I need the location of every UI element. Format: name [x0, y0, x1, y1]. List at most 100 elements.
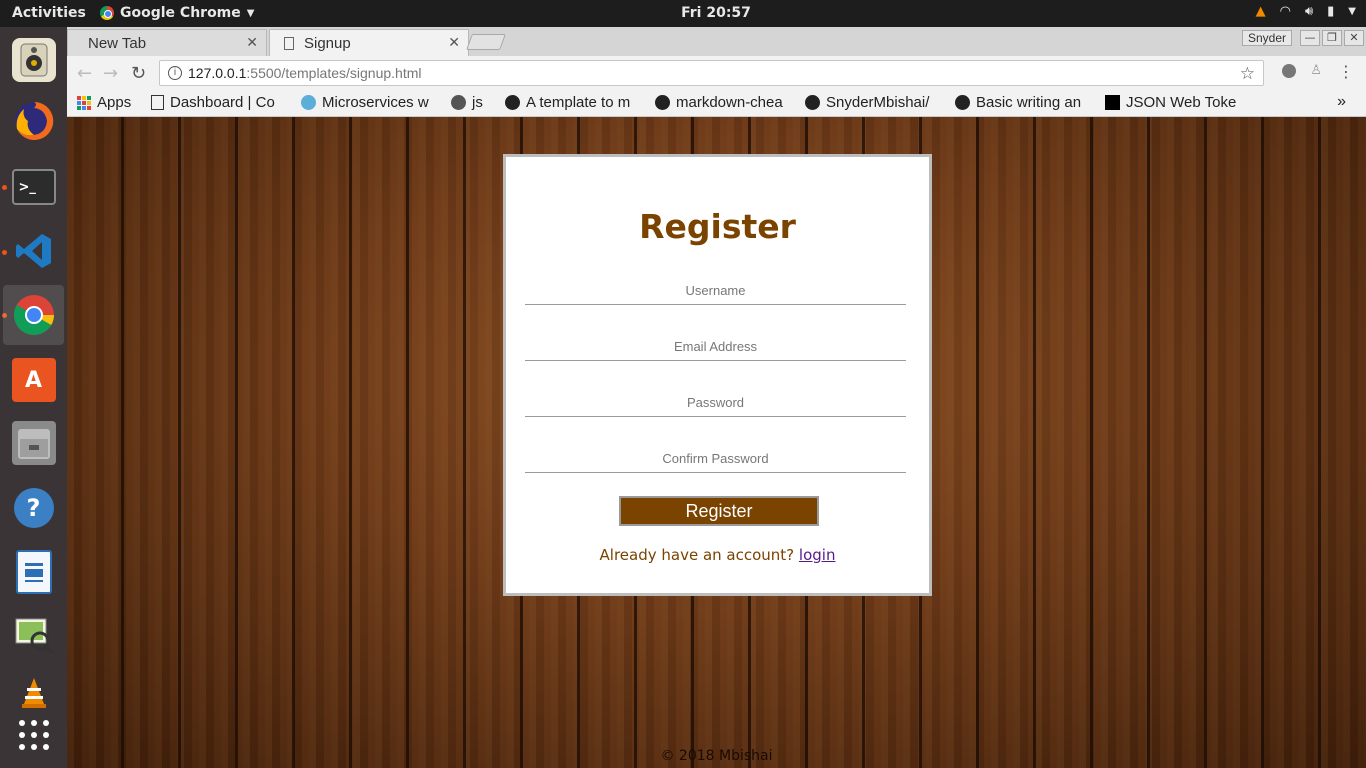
menu-kebab-icon[interactable]: ⋮ — [1338, 62, 1354, 81]
volume-icon[interactable]: 🔊︎ — [1305, 4, 1313, 19]
bookmarks-overflow-button[interactable]: » — [1337, 93, 1346, 111]
github-icon — [955, 95, 970, 110]
app-grid-icon — [12, 713, 56, 757]
tab-signup[interactable]: Signup ✕ — [269, 29, 469, 56]
bookmark-label: js — [472, 94, 483, 111]
login-prompt-text: Already have an account? — [599, 546, 795, 564]
confirm-password-input[interactable] — [525, 451, 906, 466]
email-input[interactable] — [525, 339, 906, 354]
bookmark-label: Microservices w — [322, 94, 429, 111]
bookmark-label: Dashboard | Co — [170, 94, 275, 111]
bookmarks-bar: Apps Dashboard | Co Microservices w js A… — [67, 90, 1366, 117]
close-window-button[interactable]: ✕ — [1344, 30, 1364, 46]
jwt-icon — [1105, 95, 1120, 110]
dock-show-apps[interactable] — [3, 705, 64, 765]
document-icon — [151, 95, 164, 110]
dock-help[interactable]: ? — [3, 478, 64, 538]
dock: >_ A ? — [0, 27, 67, 768]
password-input[interactable] — [525, 395, 906, 410]
bookmark-label: A template to m — [526, 94, 631, 111]
app-menu[interactable]: Google Chrome ▼ — [100, 5, 254, 21]
username-input[interactable] — [525, 283, 906, 298]
dock-files[interactable] — [3, 413, 64, 473]
software-bag-icon: A — [11, 358, 56, 402]
password-field[interactable] — [525, 387, 906, 417]
github-icon — [505, 95, 520, 110]
dock-writer[interactable] — [3, 542, 64, 602]
username-field[interactable] — [525, 275, 906, 305]
bookmark-label: Apps — [97, 94, 132, 111]
chrome-window: New Tab ✕ Signup ✕ Snyder — ❐ ✕ ← → ↻ i … — [67, 27, 1366, 768]
firefox-icon — [12, 99, 56, 143]
globe-icon — [301, 95, 316, 110]
tab-strip: New Tab ✕ Signup ✕ Snyder — ❐ ✕ — [67, 27, 1366, 56]
toolbar: ← → ↻ i 127.0.0.1:5500/templates/signup.… — [67, 56, 1366, 90]
page-icon — [284, 36, 294, 50]
maximize-button[interactable]: ❐ — [1322, 30, 1342, 46]
extension-icon[interactable]: ♙ — [1310, 63, 1322, 78]
bookmark-js[interactable]: js — [451, 94, 496, 111]
footer-copyright: © 2018 Mbishai — [660, 748, 773, 764]
apps-grid-icon — [77, 95, 91, 110]
tab-label: Signup — [304, 34, 351, 52]
new-tab-button[interactable] — [466, 34, 506, 50]
close-icon[interactable]: ✕ — [448, 34, 460, 51]
bookmark-microservices[interactable]: Microservices w — [301, 94, 441, 111]
vlc-tray-icon[interactable]: ▲ — [1256, 4, 1266, 19]
activities-button[interactable]: Activities — [12, 5, 86, 21]
bookmark-star-icon[interactable]: ☆ — [1240, 64, 1255, 84]
address-bar[interactable]: i 127.0.0.1:5500/templates/signup.html ☆ — [159, 60, 1264, 86]
dropdown-arrow-icon: ▼ — [246, 7, 255, 19]
url-path: :5500/templates/signup.html — [246, 65, 422, 81]
speaker-icon — [11, 38, 56, 82]
bookmark-jwt[interactable]: JSON Web Toke — [1105, 94, 1245, 111]
page-viewport: Register Register Already have an accoun… — [67, 117, 1366, 768]
battery-icon[interactable]: ▮ — [1327, 4, 1334, 19]
close-icon[interactable]: ✕ — [246, 34, 258, 51]
bookmark-markdown[interactable]: markdown-chea — [655, 94, 795, 111]
login-link[interactable]: login — [799, 546, 836, 564]
document-writer-icon — [15, 550, 52, 594]
wifi-icon[interactable]: ◠ — [1280, 4, 1291, 19]
url-host: 127.0.0.1 — [188, 65, 247, 81]
dock-image-viewer[interactable] — [3, 605, 64, 665]
system-menu-arrow-icon[interactable]: ▼ — [1348, 6, 1356, 17]
minimize-button[interactable]: — — [1300, 30, 1320, 46]
dock-chrome[interactable] — [3, 285, 64, 345]
vscode-icon — [12, 229, 56, 273]
email-field[interactable] — [525, 331, 906, 361]
github-icon — [805, 95, 820, 110]
confirm-password-field[interactable] — [525, 443, 906, 473]
extension-icon[interactable] — [1282, 64, 1296, 78]
register-card: Register Register Already have an accoun… — [503, 154, 932, 596]
profile-button[interactable]: Snyder — [1241, 30, 1292, 46]
dock-vscode[interactable] — [3, 221, 64, 281]
register-button[interactable]: Register — [619, 496, 819, 526]
forward-arrow-icon[interactable]: → — [103, 63, 118, 84]
bookmark-label: Basic writing an — [976, 94, 1082, 111]
system-tray[interactable]: ▲ ◠ 🔊︎ ▮ ▼ — [1256, 4, 1356, 19]
bookmark-label: SnyderMbishai/ — [826, 94, 930, 111]
bookmark-dashboard[interactable]: Dashboard | Co — [151, 94, 291, 111]
image-viewer-icon — [12, 613, 56, 657]
dock-software-center[interactable]: A — [3, 350, 64, 410]
dock-terminal[interactable]: >_ — [3, 157, 64, 217]
bookmark-template[interactable]: A template to m — [505, 94, 645, 111]
bookmark-label: JSON Web Toke — [1126, 94, 1237, 111]
bookmark-apps[interactable]: Apps — [77, 94, 131, 111]
login-prompt: Already have an account? login — [506, 546, 929, 564]
info-icon[interactable]: i — [168, 66, 182, 80]
system-top-panel: Activities Google Chrome ▼ Fri 20:57 ▲ ◠… — [0, 0, 1366, 27]
back-arrow-icon[interactable]: ← — [77, 63, 92, 84]
file-cabinet-icon — [11, 421, 56, 465]
help-icon: ? — [13, 488, 54, 528]
tab-label: New Tab — [88, 34, 147, 52]
dock-firefox[interactable] — [3, 91, 64, 151]
terminal-icon: >_ — [11, 169, 56, 205]
bookmark-snydermbishai[interactable]: SnyderMbishai/ — [805, 94, 945, 111]
page-title: Register — [639, 207, 796, 246]
bookmark-basic-writing[interactable]: Basic writing an — [955, 94, 1095, 111]
dock-rhythmbox[interactable] — [3, 30, 64, 90]
reload-icon[interactable]: ↻ — [131, 63, 146, 84]
tab-new-tab[interactable]: New Tab ✕ — [67, 29, 267, 56]
